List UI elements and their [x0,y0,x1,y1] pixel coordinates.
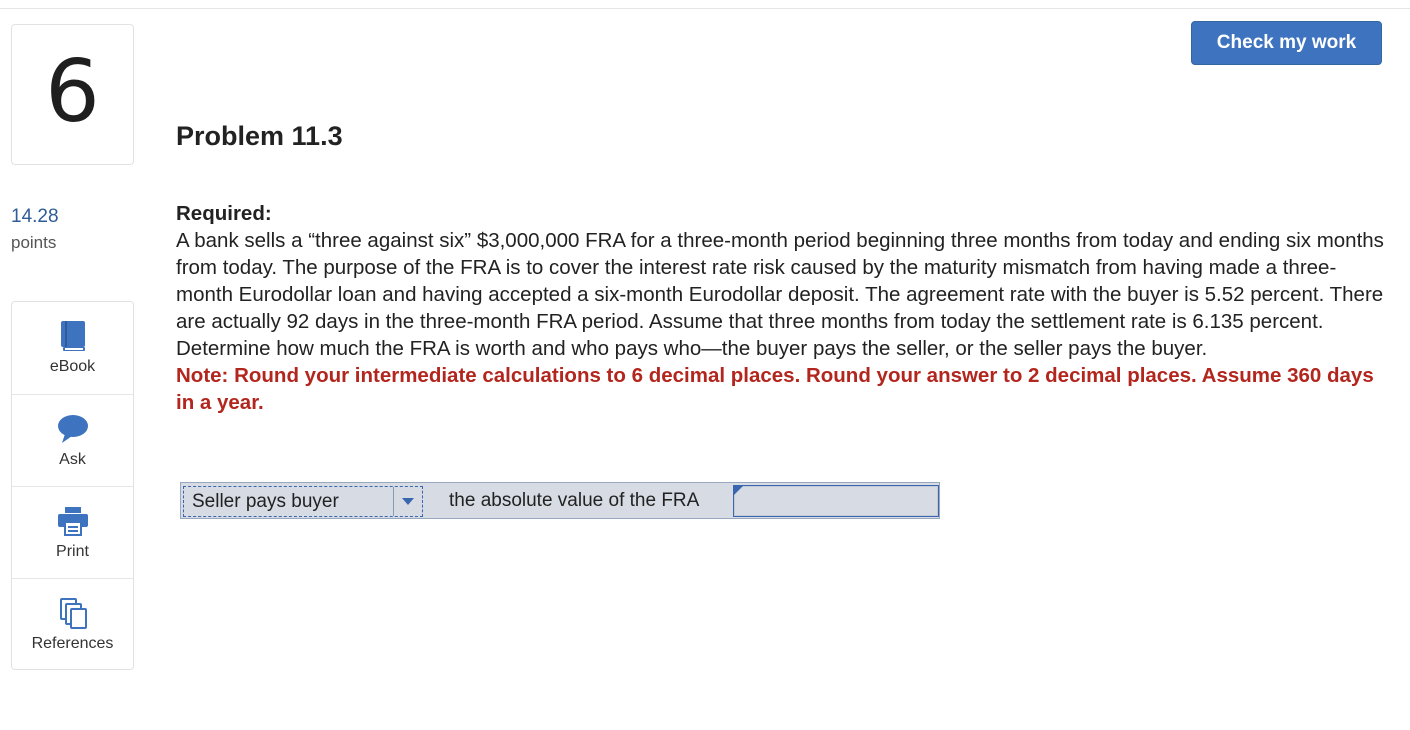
points-label: points [11,233,57,252]
problem-content: Required: A bank sells a “three against … [176,200,1391,416]
fra-value-input[interactable] [733,485,939,517]
required-heading: Required: [176,202,272,225]
tools-panel: eBook Ask Print References [11,301,134,670]
check-my-work-button[interactable]: Check my work [1191,21,1382,65]
chevron-down-icon[interactable] [394,487,422,516]
chat-bubble-icon [57,413,89,445]
question-number: 6 [45,41,100,142]
references-label: References [31,635,114,652]
print-button[interactable]: Print [12,487,133,579]
problem-title: Problem 11.3 [176,121,343,151]
book-icon [59,320,87,352]
input-corner-marker [734,486,743,495]
rounding-note: Note: Round your intermediate calculatio… [176,364,1374,414]
answer-row: Seller pays buyer the absolute value of … [180,482,940,519]
problem-body: A bank sells a “three against six” $3,00… [176,229,1384,360]
ask-button[interactable]: Ask [12,395,133,487]
payer-select-value: Seller pays buyer [184,487,394,516]
ebook-button[interactable]: eBook [12,302,133,394]
question-number-card: 6 [11,24,134,165]
printer-icon [57,505,89,537]
print-label: Print [56,543,89,560]
points-value: 14.28 [11,206,59,227]
references-button[interactable]: References [12,579,133,671]
copy-pages-icon [58,597,88,629]
ask-label: Ask [59,451,86,468]
payer-select[interactable]: Seller pays buyer [183,486,423,517]
answer-description: the absolute value of the FRA [449,489,700,511]
ebook-label: eBook [49,358,96,375]
top-divider [0,8,1410,9]
